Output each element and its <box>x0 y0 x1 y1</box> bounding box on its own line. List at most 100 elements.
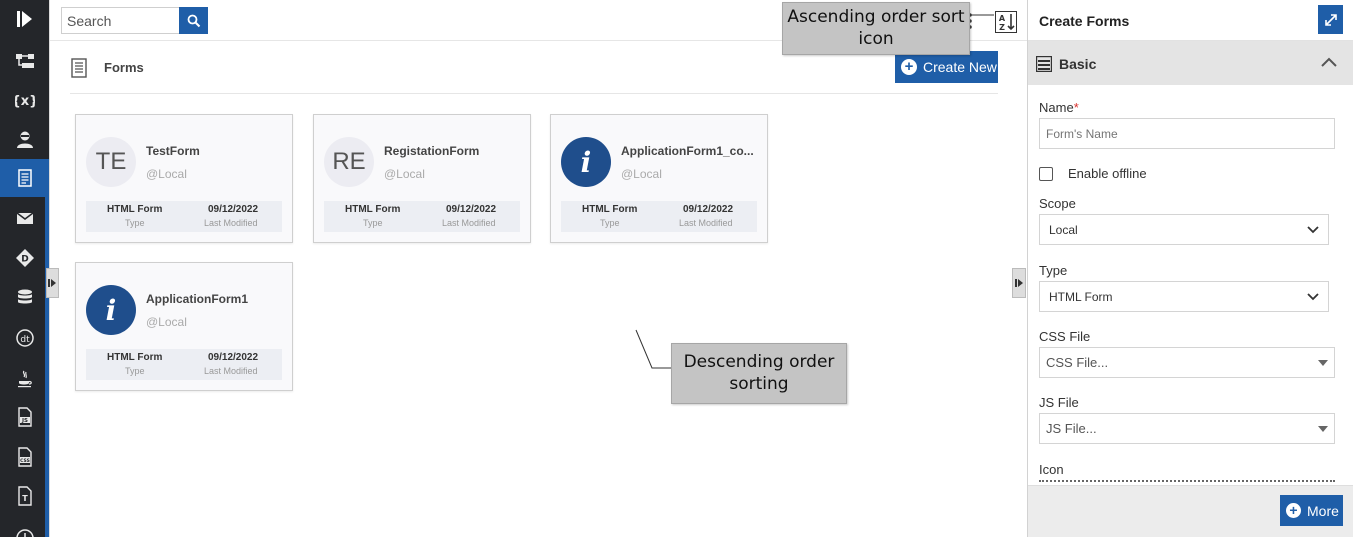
name-label: Name* <box>1039 100 1079 115</box>
svg-text:CSS: CSS <box>20 458 30 464</box>
info-icon: i <box>561 137 611 187</box>
svg-text:{x}: {x} <box>15 94 35 109</box>
js-file-dropdown[interactable]: JS File... <box>1039 413 1335 444</box>
css-file-dropdown[interactable]: CSS File... <box>1039 347 1335 378</box>
form-name: TestForm <box>146 144 200 158</box>
search-icon <box>187 14 200 27</box>
form-date-value: 09/12/2022 <box>446 204 497 215</box>
left-nav-rail: {x} D dt JS CSS T <box>0 0 49 537</box>
form-name-input[interactable] <box>1039 118 1335 149</box>
form-card[interactable]: i ApplicationForm1_co... @Local HTML For… <box>550 114 768 243</box>
caret-down-icon <box>1318 425 1328 432</box>
svg-text:T: T <box>22 494 28 503</box>
form-date-value: 09/12/2022 <box>208 204 259 215</box>
section-icon <box>1036 56 1052 72</box>
more-label: More <box>1307 502 1339 519</box>
variables-icon[interactable]: {x} <box>0 81 49 119</box>
form-name: ApplicationForm1_co... <box>621 144 754 158</box>
form-card[interactable]: RE RegistationForm @Local HTML Form Type… <box>313 114 531 243</box>
js-file-placeholder: JS File... <box>1046 421 1097 436</box>
form-scope: @Local <box>384 167 425 181</box>
scope-label: Scope <box>1039 196 1076 211</box>
form-date-label: Last Modified <box>442 218 496 228</box>
svg-text:A: A <box>999 14 1006 23</box>
descending-sort-callout: Descending order sorting <box>671 343 847 404</box>
panel-title: Create Forms <box>1039 13 1130 29</box>
chevron-down-icon <box>1307 292 1319 300</box>
panel-form: Name* Enable offline Scope Local Type HT… <box>1028 85 1353 485</box>
plus-circle-icon: + <box>1286 503 1301 518</box>
forms-icon[interactable] <box>0 159 49 197</box>
form-type-label: Type <box>125 366 145 376</box>
js-file-label: JS File <box>1039 395 1079 410</box>
java-icon[interactable] <box>0 359 49 397</box>
form-name: RegistationForm <box>384 144 480 158</box>
forms-header: Forms + Create New <box>70 51 998 94</box>
forms-list-icon <box>70 58 88 78</box>
database-icon[interactable] <box>0 279 49 317</box>
mail-icon[interactable] <box>0 199 49 237</box>
ascending-sort-callout: Ascending order sort icon <box>782 2 970 55</box>
type-label: Type <box>1039 263 1068 278</box>
form-type-value: HTML Form <box>582 204 638 215</box>
form-date-label: Last Modified <box>679 218 733 228</box>
create-new-button[interactable]: + Create New <box>895 51 998 83</box>
collapse-nav-handle[interactable] <box>46 268 59 298</box>
search-button[interactable] <box>179 7 208 34</box>
form-type-value: HTML Form <box>107 352 163 363</box>
svg-text:Z: Z <box>999 23 1005 32</box>
caret-down-icon <box>1318 359 1328 366</box>
type-value: HTML Form <box>1049 289 1113 304</box>
enable-offline-label: Enable offline <box>1068 166 1147 181</box>
form-date-value: 09/12/2022 <box>208 352 259 363</box>
expand-icon[interactable] <box>1318 5 1343 34</box>
plugin-icon[interactable]: D <box>0 239 49 277</box>
form-meta: HTML Form Type 09/12/2022 Last Modified <box>86 201 282 232</box>
type-select[interactable]: HTML Form <box>1039 281 1329 312</box>
panel-header: Create Forms <box>1028 0 1353 41</box>
svg-text:D: D <box>21 255 28 265</box>
svg-text:JS: JS <box>20 418 27 424</box>
create-forms-panel: Create Forms Basic Name* Enable offline … <box>1027 0 1353 537</box>
form-avatar: RE <box>324 137 374 187</box>
form-name: ApplicationForm1 <box>146 292 249 306</box>
text-file-icon[interactable]: T <box>0 477 49 515</box>
more-button[interactable]: + More <box>1280 495 1343 526</box>
form-scope: @Local <box>146 167 187 181</box>
page-title: Forms <box>104 60 144 75</box>
panel-footer: + More <box>1028 485 1353 537</box>
form-date-label: Last Modified <box>204 366 258 376</box>
create-new-label: Create New <box>923 59 997 75</box>
form-type-value: HTML Form <box>345 204 401 215</box>
form-type-label: Type <box>125 218 145 228</box>
js-file-icon[interactable]: JS <box>0 398 49 436</box>
form-meta: HTML Form Type 09/12/2022 Last Modified <box>324 201 520 232</box>
sort-ascending-icon[interactable]: AZ <box>995 11 1017 33</box>
basic-section-header[interactable]: Basic <box>1028 41 1353 85</box>
css-file-icon[interactable]: CSS <box>0 438 49 476</box>
user-icon[interactable] <box>0 120 49 158</box>
enable-offline-checkbox[interactable] <box>1039 167 1053 181</box>
info-icon: i <box>86 285 136 335</box>
collapse-panel-handle[interactable] <box>1012 268 1026 298</box>
svg-text:dt: dt <box>20 335 30 345</box>
form-avatar: TE <box>86 137 136 187</box>
chevron-up-icon[interactable] <box>1321 57 1337 67</box>
form-card[interactable]: TE TestForm @Local HTML Form Type 09/12/… <box>75 114 293 243</box>
form-type-label: Type <box>363 218 383 228</box>
workflow-icon[interactable] <box>0 42 49 80</box>
form-card[interactable]: i ApplicationForm1 @Local HTML Form Type… <box>75 262 293 391</box>
form-meta: HTML Form Type 09/12/2022 Last Modified <box>561 201 757 232</box>
logo-icon[interactable] <box>0 0 49 38</box>
form-scope: @Local <box>146 315 187 329</box>
chevron-down-icon <box>1307 225 1319 233</box>
css-file-placeholder: CSS File... <box>1046 355 1109 370</box>
form-type-value: HTML Form <box>107 204 163 215</box>
icon-label: Icon <box>1039 462 1064 477</box>
scope-select[interactable]: Local <box>1039 214 1329 245</box>
history-icon[interactable] <box>0 517 49 537</box>
datatable-icon[interactable]: dt <box>0 319 49 357</box>
section-title: Basic <box>1059 56 1097 72</box>
search-input[interactable] <box>61 7 180 34</box>
form-date-label: Last Modified <box>204 218 258 228</box>
